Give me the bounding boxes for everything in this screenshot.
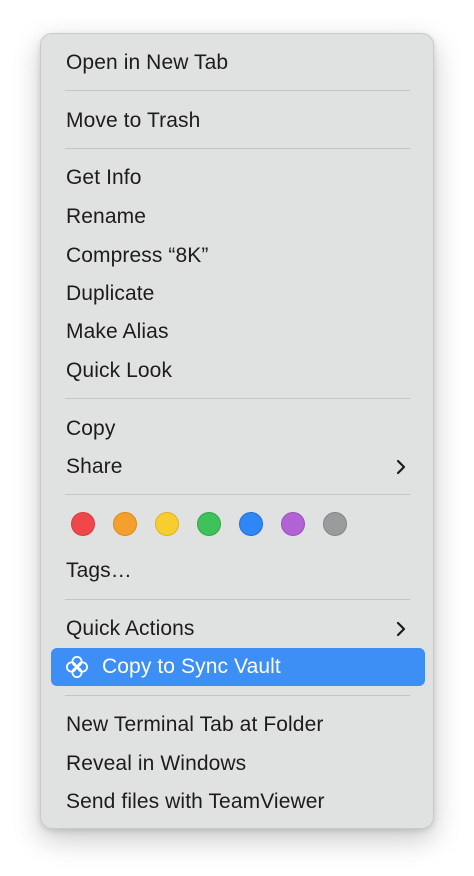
menu-item-move-to-trash[interactable]: Move to Trash <box>51 102 425 140</box>
menu-separator <box>65 695 410 696</box>
menu-separator <box>65 494 410 495</box>
menu-item-rename[interactable]: Rename <box>51 198 425 236</box>
menu-item-copy-to-sync-vault[interactable]: Copy to Sync Vault <box>51 648 425 686</box>
menu-item-label: New Terminal Tab at Folder <box>66 713 324 736</box>
menu-item-make-alias[interactable]: Make Alias <box>51 313 425 351</box>
menu-item-label: Open in New Tab <box>66 51 229 74</box>
tag-gray-dot[interactable] <box>323 512 347 536</box>
menu-separator <box>65 398 410 399</box>
menu-item-label: Quick Actions <box>66 617 195 640</box>
menu-item-copy[interactable]: Copy <box>51 410 425 448</box>
menu-separator <box>65 90 410 91</box>
menu-item-send-files-teamviewer[interactable]: Send files with TeamViewer <box>51 783 425 821</box>
menu-item-label: Duplicate <box>66 282 155 305</box>
tag-red-dot[interactable] <box>71 512 95 536</box>
menu-item-label: Send files with TeamViewer <box>66 790 325 813</box>
menu-item-label: Reveal in Windows <box>66 752 247 775</box>
menu-item-label: Copy <box>66 417 116 440</box>
menu-item-quick-look[interactable]: Quick Look <box>51 352 425 390</box>
menu-item-label: Share <box>66 455 123 478</box>
tag-blue-dot[interactable] <box>239 512 263 536</box>
menu-separator <box>65 148 410 149</box>
menu-item-label: Tags… <box>66 559 132 582</box>
menu-separator <box>65 599 410 600</box>
tag-orange-dot[interactable] <box>113 512 137 536</box>
menu-item-label: Get Info <box>66 166 142 189</box>
menu-item-label: Move to Trash <box>66 109 201 132</box>
menu-item-label: Copy to Sync Vault <box>102 655 281 678</box>
sync-vault-icon <box>66 656 88 678</box>
chevron-right-icon <box>396 459 406 475</box>
menu-item-label: Quick Look <box>66 359 173 382</box>
menu-item-new-terminal-tab[interactable]: New Terminal Tab at Folder <box>51 706 425 744</box>
menu-item-reveal-in-windows[interactable]: Reveal in Windows <box>51 745 425 783</box>
menu-item-quick-actions[interactable]: Quick Actions <box>51 610 425 648</box>
tag-purple-dot[interactable] <box>281 512 305 536</box>
menu-item-label: Make Alias <box>66 320 169 343</box>
tag-green-dot[interactable] <box>197 512 221 536</box>
menu-item-compress[interactable]: Compress “8K” <box>51 237 425 275</box>
menu-item-tags[interactable]: Tags… <box>51 552 425 590</box>
menu-item-share[interactable]: Share <box>51 448 425 486</box>
menu-item-label: Compress “8K” <box>66 244 209 267</box>
context-menu: Open in New Tab Move to Trash Get Info R… <box>40 33 434 829</box>
tag-colors-row <box>71 512 347 538</box>
menu-item-open-in-new-tab[interactable]: Open in New Tab <box>51 44 425 82</box>
menu-item-label: Rename <box>66 205 146 228</box>
tag-yellow-dot[interactable] <box>155 512 179 536</box>
menu-item-duplicate[interactable]: Duplicate <box>51 275 425 313</box>
chevron-right-icon <box>396 621 406 637</box>
menu-item-get-info[interactable]: Get Info <box>51 159 425 197</box>
